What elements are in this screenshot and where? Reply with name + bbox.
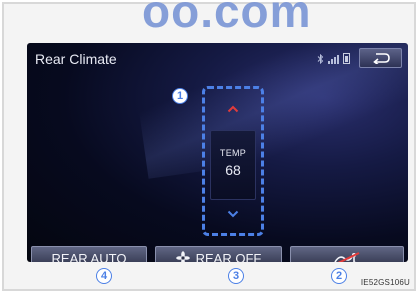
watermark-text: oo.com — [142, 0, 312, 37]
screen-title: Rear Climate — [35, 51, 117, 67]
image-code: IE52GS106U — [360, 278, 410, 287]
signal-strength-icon — [328, 55, 339, 64]
chevron-up-icon — [227, 105, 239, 113]
airflow-button[interactable] — [290, 246, 404, 262]
rear-off-label: REAR OFF — [195, 250, 262, 263]
temp-label: TEMP — [219, 148, 247, 158]
fan-icon — [175, 251, 190, 262]
callout-4: 4 — [96, 268, 112, 284]
battery-icon — [343, 53, 350, 64]
temp-value: 68 — [225, 162, 241, 178]
bottom-button-bar: REAR AUTO REAR OFF — [27, 246, 408, 262]
figure-frame: oo.com Rear Climate TEMP 68 REAR AUTO RE… — [2, 0, 416, 291]
callout-1: 1 — [172, 88, 188, 104]
airflow-off-icon — [334, 252, 360, 262]
chevron-down-icon — [227, 210, 239, 218]
rear-off-button[interactable]: REAR OFF — [155, 246, 282, 262]
status-icons — [317, 53, 350, 64]
temperature-display: TEMP 68 — [210, 130, 256, 200]
temp-up-button[interactable] — [210, 96, 256, 122]
rear-auto-label: REAR AUTO — [51, 250, 127, 263]
rear-auto-button[interactable]: REAR AUTO — [31, 246, 147, 262]
bluetooth-icon — [317, 54, 324, 64]
climate-screen: Rear Climate TEMP 68 REAR AUTO REAR OFF — [27, 43, 408, 262]
back-button[interactable] — [359, 48, 402, 68]
temp-down-button[interactable] — [210, 202, 256, 226]
callout-2: 2 — [331, 268, 347, 284]
callout-3: 3 — [228, 268, 244, 284]
temperature-control: TEMP 68 — [202, 86, 264, 236]
back-arrow-icon — [372, 53, 390, 64]
